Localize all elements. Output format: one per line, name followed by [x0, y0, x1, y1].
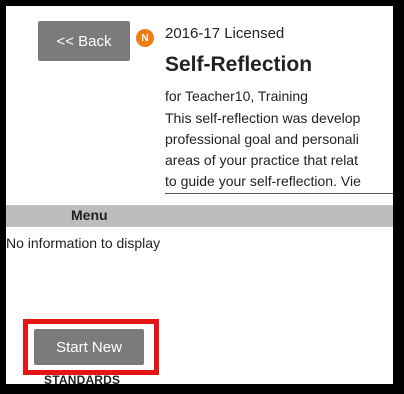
empty-message: No information to display [6, 235, 161, 251]
menu-header: Menu [6, 205, 393, 227]
description-line: This self-reflection was develop [165, 110, 361, 126]
license-status: 2016-17 Licensed [165, 25, 285, 42]
description-line: professional goal and personali [165, 131, 359, 147]
page-title: Self-Reflection [165, 53, 313, 76]
menu-label: Menu [71, 207, 108, 223]
description-divider [165, 193, 393, 194]
start-new-button[interactable]: Start New [34, 329, 144, 365]
self-reflection-panel: << Back N 2016-17 Licensed Self-Reflecti… [6, 6, 393, 384]
description-line: areas of your practice that relat [165, 152, 358, 168]
standards-heading: STANDARDS [44, 373, 121, 384]
back-button[interactable]: << Back [38, 21, 130, 61]
license-badge-icon: N [136, 29, 154, 47]
description-line: to guide your self-reflection. Vie [165, 173, 361, 189]
page-subtitle: for Teacher10, Training [165, 88, 308, 104]
description: This self-reflection was develop profess… [165, 108, 361, 192]
